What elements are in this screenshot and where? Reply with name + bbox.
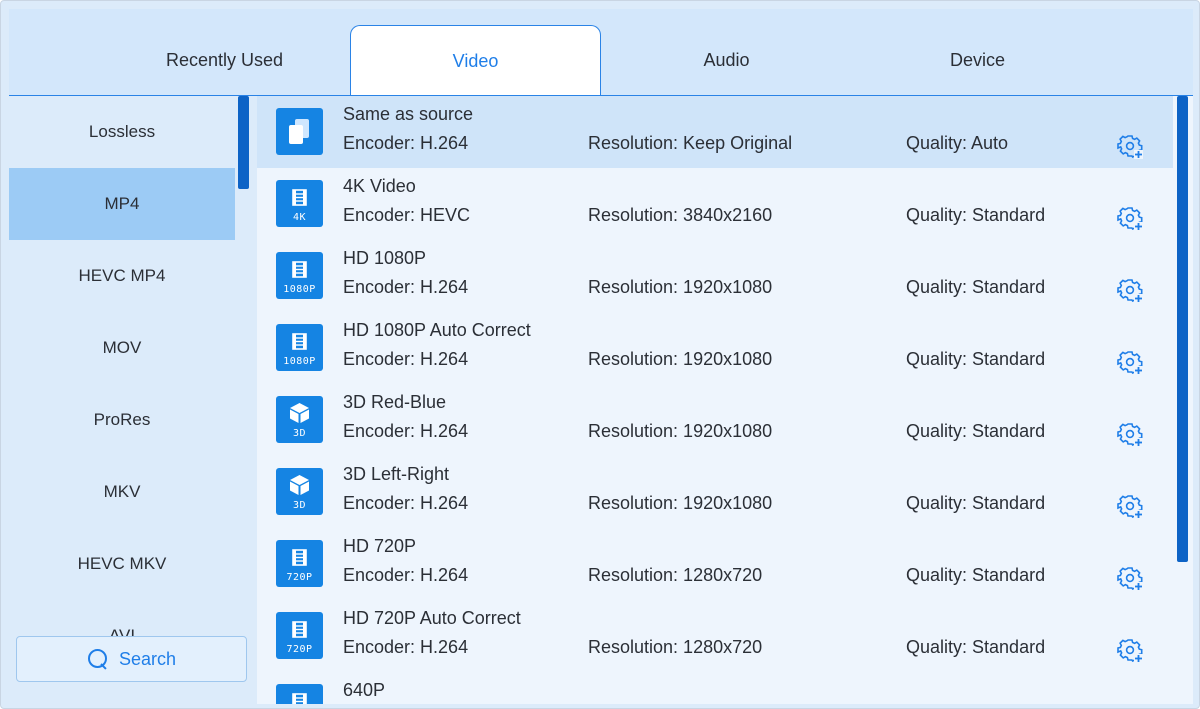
format-tag: 3D [292,500,307,511]
format-row[interactable]: Same as source Encoder: H.264 Resolution: … [257,96,1173,168]
format-row[interactable]: 640P [257,672,1173,704]
format-tag: 720P [286,572,313,583]
format-quality: Quality: Standard [906,637,1046,657]
sidebar-scrollbar[interactable] [238,96,249,189]
format-name: 4K Video [343,176,416,196]
format-name: 640P [343,680,386,700]
format-resolution: Resolution: 1920x1080 [588,493,773,513]
format-quality: Quality: Standard [906,421,1046,441]
search-button[interactable]: Search [16,636,247,682]
cube-icon: 3D [276,396,323,443]
tab-audio[interactable]: Audio [601,25,852,96]
settings-gear-icon[interactable] [1117,493,1143,519]
film-icon [276,684,323,704]
settings-gear-icon[interactable] [1117,133,1143,159]
format-resolution: Resolution: Keep Original [588,133,793,153]
format-row[interactable]: 720P HD 720P Encoder: H.264 Resolution: 128… [257,528,1173,600]
format-name: HD 720P [343,536,417,556]
format-list-scrollbar[interactable] [1177,96,1188,562]
format-encoder: Encoder: HEVC [343,205,471,225]
format-resolution: Resolution: 1920x1080 [588,277,773,297]
format-tag: 3D [292,428,307,439]
format-encoder: Encoder: H.264 [343,421,469,441]
format-row[interactable]: 3D 3D Left-Right Encoder: H.264 Resolution:… [257,456,1173,528]
format-resolution: Resolution: 3840x2160 [588,205,773,225]
settings-gear-icon[interactable] [1117,421,1143,447]
format-name: HD 1080P Auto Correct [343,320,531,340]
format-list: Same as source Encoder: H.264 Resolution: … [257,96,1193,704]
film-icon: 1080P [276,252,323,299]
format-quality: Quality: Standard [906,565,1046,585]
format-tag: 1080P [283,356,316,367]
format-tabs: Recently Used Video Audio Device [9,9,1193,97]
format-category-sidebar: Lossless MP4 HEVC MP4 MOV ProRes MKV HEV… [9,96,257,704]
format-quality: Quality: Standard [906,349,1046,369]
format-name: HD 1080P [343,248,427,268]
sidebar-item-mov[interactable]: MOV [9,312,235,384]
film-icon: 1080P [276,324,323,371]
format-name: 3D Red-Blue [343,392,447,412]
sidebar-item-prores[interactable]: ProRes [9,384,235,456]
format-encoder: Encoder: H.264 [343,493,469,513]
sidebar-item-lossless[interactable]: Lossless [9,96,235,168]
format-name: 3D Left-Right [343,464,450,484]
format-name: Same as source [343,104,474,124]
format-resolution: Resolution: 1280x720 [588,637,763,657]
format-quality: Quality: Standard [906,277,1046,297]
format-row[interactable]: 1080P HD 1080P Encoder: H.264 Resolution: 1… [257,240,1173,312]
tab-recently-used[interactable]: Recently Used [99,25,350,96]
format-quality: Quality: Standard [906,205,1046,225]
format-encoder: Encoder: H.264 [343,565,469,585]
film-icon: 720P [276,540,323,587]
format-row[interactable]: 3D 3D Red-Blue Encoder: H.264 Resolution: 1… [257,384,1173,456]
settings-gear-icon[interactable] [1117,277,1143,303]
sidebar-item-mkv[interactable]: MKV [9,456,235,528]
tab-device[interactable]: Device [852,25,1103,96]
format-row[interactable]: 1080P HD 1080P Auto Correct Encoder: H.264… [257,312,1173,384]
format-resolution: Resolution: 1920x1080 [588,349,773,369]
settings-gear-icon[interactable] [1117,565,1143,591]
sidebar-item-hevc-mkv[interactable]: HEVC MKV [9,528,235,600]
format-encoder: Encoder: H.264 [343,277,469,297]
tab-video[interactable]: Video [350,25,601,97]
format-row[interactable]: 720P HD 720P Auto Correct Encoder: H.264 Re… [257,600,1173,672]
settings-gear-icon[interactable] [1117,205,1143,231]
sidebar-item-mp4[interactable]: MP4 [9,168,235,240]
format-encoder: Encoder: H.264 [343,133,469,153]
format-name: HD 720P Auto Correct [343,608,521,628]
format-tag: 4K [292,212,307,223]
settings-gear-icon[interactable] [1117,637,1143,663]
format-picker-window: Recently Used Video Audio Device Lossles… [0,0,1200,709]
search-button-label: Search [118,648,177,669]
format-quality: Quality: Standard [906,493,1046,513]
sidebar-item-hevc-mp4[interactable]: HEVC MP4 [9,240,235,312]
format-tag: 720P [286,644,313,655]
film-icon: 4K [276,180,323,227]
format-quality: Quality: Auto [906,133,1009,153]
format-encoder: Encoder: H.264 [343,349,469,369]
search-icon [87,649,107,669]
settings-gear-icon[interactable] [1117,349,1143,375]
format-resolution: Resolution: 1280x720 [588,565,763,585]
format-row[interactable]: 4K 4K Video Encoder: HEVC Resolution: 3840x… [257,168,1173,240]
film-icon: 720P [276,612,323,659]
format-tag: 1080P [283,284,316,295]
cube-icon: 3D [276,468,323,515]
copy-icon [276,108,323,155]
format-encoder: Encoder: H.264 [343,637,469,657]
format-resolution: Resolution: 1920x1080 [588,421,773,441]
